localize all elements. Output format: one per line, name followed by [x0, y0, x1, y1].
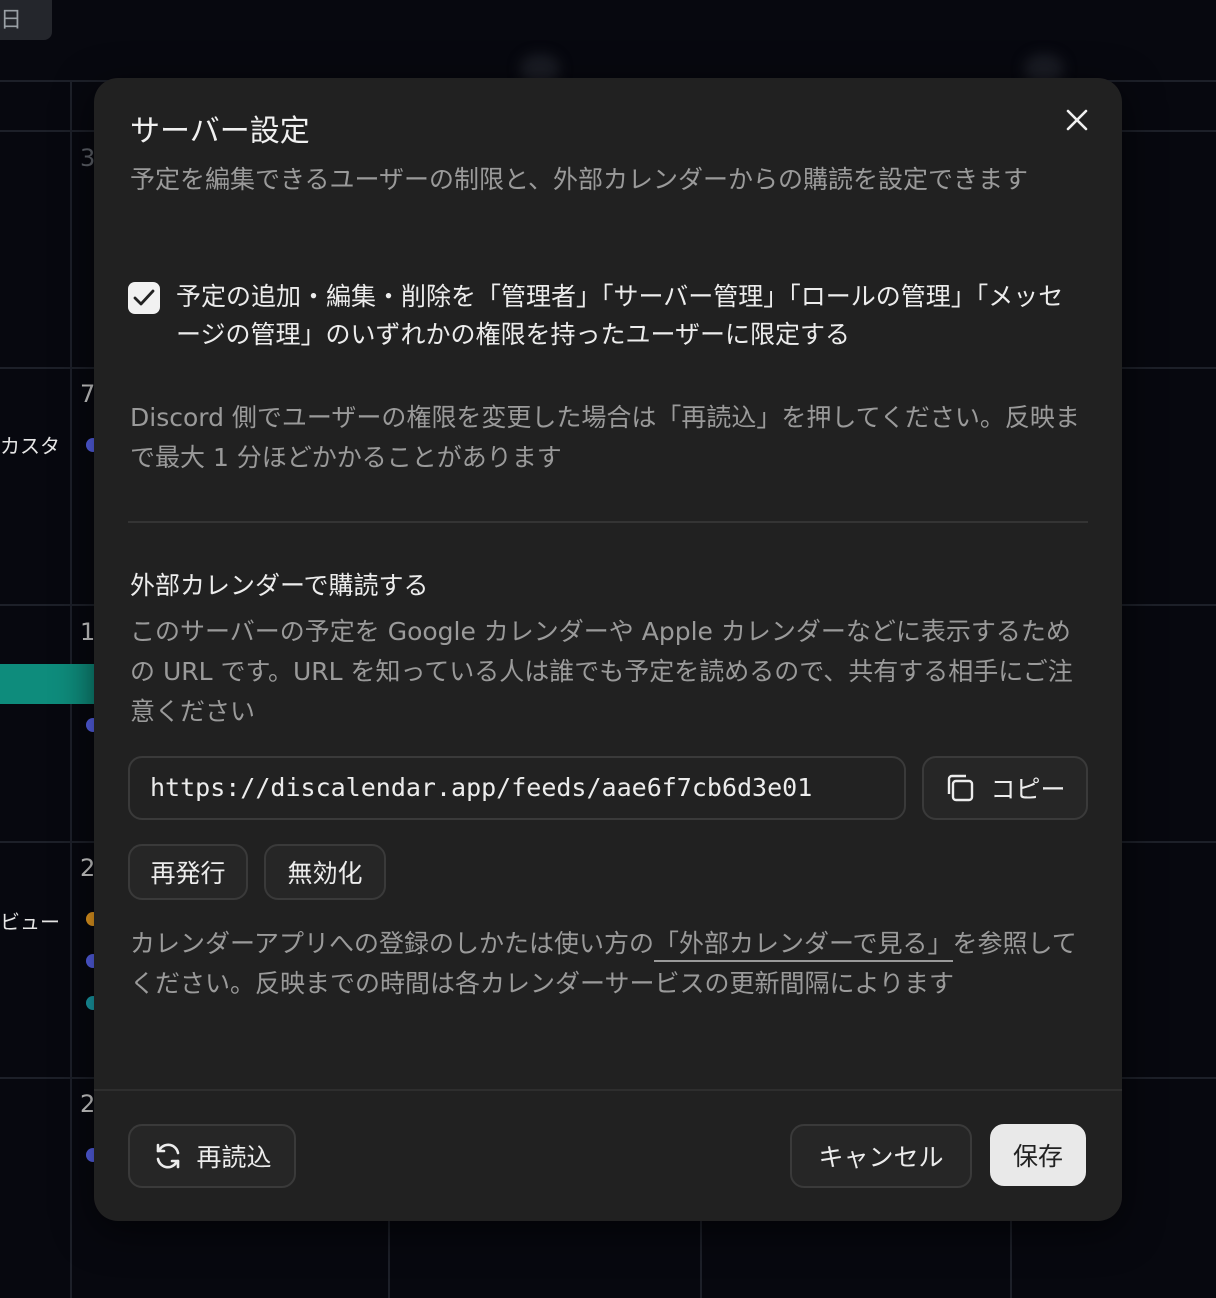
- section-divider: [128, 521, 1088, 523]
- permission-note: Discord 側でユーザーの権限を変更した場合は「再読込」を押してください。反…: [130, 403, 1080, 472]
- save-button[interactable]: 保存: [990, 1124, 1086, 1186]
- close-button[interactable]: [1062, 108, 1092, 138]
- dialog-description: 予定を編集できるユーザーの制限と、外部カレンダーからの購読を設定できます: [130, 165, 1029, 194]
- restrict-edit-checkbox[interactable]: [128, 282, 160, 314]
- copy-button[interactable]: コピー: [922, 756, 1088, 820]
- today-button[interactable]: 日: [0, 0, 52, 40]
- footer-divider: [94, 1089, 1122, 1091]
- checkmark-icon: [133, 289, 155, 306]
- reissue-button[interactable]: 再発行: [128, 844, 248, 900]
- subscribe-section-title: 外部カレンダーで購読する: [130, 571, 429, 600]
- day-number[interactable]: 2: [80, 854, 95, 882]
- dialog-title: サーバー設定: [130, 114, 310, 149]
- copy-button-label: コピー: [990, 775, 1066, 804]
- refresh-icon: [157, 1143, 180, 1169]
- reload-button[interactable]: 再読込: [128, 1124, 296, 1188]
- restrict-edit-label[interactable]: 予定の追加・編集・削除を「管理者」「サーバー管理」「ロールの管理」「メッセージの…: [176, 278, 1076, 354]
- reissue-button-label: 再発行: [150, 859, 226, 888]
- disable-button-label: 無効化: [287, 859, 363, 888]
- close-icon: [1066, 109, 1088, 131]
- subscribe-description: このサーバーの予定を Google カレンダーや Apple カレンダーなどに表…: [130, 617, 1073, 726]
- disable-button[interactable]: 無効化: [264, 844, 386, 900]
- calendar-grid-line: [1010, 1220, 1012, 1298]
- help-text-prefix: カレンダーアプリへの登録のしかたは使い方の: [130, 929, 655, 958]
- day-number[interactable]: 7: [80, 380, 95, 408]
- external-calendar-guide-link[interactable]: 「外部カレンダーで見る」: [654, 929, 953, 962]
- event-label[interactable]: ビュー: [0, 906, 60, 935]
- day-number[interactable]: 2: [80, 1090, 95, 1118]
- cancel-button[interactable]: キャンセル: [790, 1124, 972, 1188]
- cancel-button-label: キャンセル: [818, 1143, 944, 1172]
- copy-icon: [948, 774, 974, 802]
- save-button-label: 保存: [1012, 1142, 1063, 1171]
- calendar-grid-line: [388, 1220, 390, 1298]
- server-settings-dialog: サーバー設定 予定を編集できるユーザーの制限と、外部カレンダーからの購読を設定で…: [94, 78, 1122, 1221]
- reload-button-label: 再読込: [196, 1143, 272, 1172]
- day-number[interactable]: 3: [80, 144, 95, 172]
- event-label[interactable]: カスタ: [0, 430, 60, 459]
- calendar-grid-line: [700, 1220, 702, 1298]
- help-text: カレンダーアプリへの登録のしかたは使い方の「外部カレンダーで見る」を参照してくだ…: [130, 924, 1080, 1004]
- feed-url-field[interactable]: https://discalendar.app/feeds/aae6f7cb6d…: [128, 756, 906, 820]
